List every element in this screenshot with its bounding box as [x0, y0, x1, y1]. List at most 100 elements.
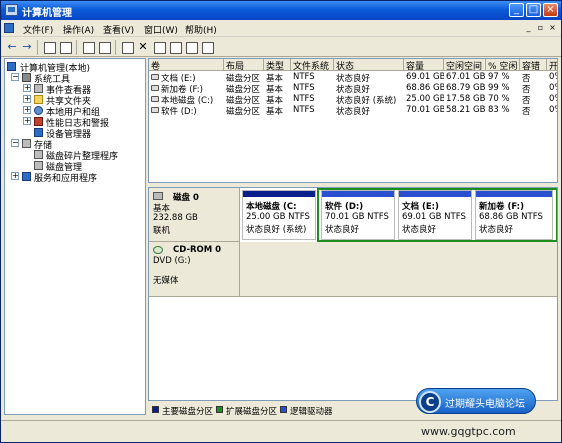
delete-icon[interactable]: ✕	[136, 40, 150, 54]
shared-folder-icon	[34, 95, 43, 104]
mdi-minimize-button[interactable]: _	[524, 23, 533, 32]
copy-icon[interactable]	[200, 40, 214, 54]
column-header-fault-tolerance[interactable]: 容错	[520, 59, 547, 71]
legend-swatch-primary	[152, 406, 159, 413]
volume-name-cell: 软件 (D:)	[149, 105, 224, 116]
disk-0-status: 联机	[153, 226, 171, 236]
overhead-cell: 0%	[549, 72, 557, 82]
percent-free-cell: 99 %	[488, 83, 510, 93]
menu-view[interactable]: 查看(V)	[103, 23, 134, 36]
expand-icon[interactable]: +	[11, 172, 19, 180]
menu-file[interactable]: 文件(F)	[23, 23, 53, 36]
storage-icon	[22, 139, 31, 148]
fault-tolerance-cell: 否	[522, 74, 531, 83]
watermark-logo-icon: C	[419, 391, 441, 413]
column-header-status[interactable]: 状态	[334, 59, 404, 71]
minimize-button[interactable]: _	[509, 3, 524, 17]
layout-cell: 磁盘分区	[226, 107, 261, 116]
partition-d[interactable]: 软件 (D:) 70.01 GB NTFS 状态良好	[321, 190, 395, 240]
status-cell: 状态良好	[336, 74, 371, 83]
column-header-layout[interactable]: 布局	[224, 59, 264, 71]
partition-d-name: 软件 (D:)	[325, 202, 364, 212]
partition-e[interactable]: 文档 (E:) 69.01 GB NTFS 状态良好	[398, 190, 472, 240]
column-header-overhead[interactable]: 开	[547, 59, 557, 71]
percent-free-cell: 97 %	[488, 72, 510, 82]
partition-f-status: 状态良好	[479, 225, 514, 235]
computer-management-window: 计算机管理 _ □ × 文件(F) 操作(A) 查看(V) 窗口(W) 帮助(H…	[0, 0, 562, 443]
maximize-button[interactable]: □	[526, 3, 541, 17]
expand-icon[interactable]: +	[23, 95, 31, 103]
column-header-capacity[interactable]: 容量	[404, 59, 444, 71]
volume-name-cell: 新加卷 (F:)	[149, 83, 224, 94]
volume-icon	[151, 107, 159, 113]
menu-action[interactable]: 操作(A)	[63, 23, 94, 36]
help-icon[interactable]	[97, 40, 111, 54]
expand-icon[interactable]: +	[23, 117, 31, 125]
volume-list: 卷 布局 类型 文件系统 状态 容量 空闲空间 % 空闲 容错 开 文档 (E:…	[148, 58, 558, 183]
menu-help[interactable]: 帮助(H)	[185, 23, 217, 36]
toolbar: ← → ✕	[1, 38, 561, 57]
expand-icon[interactable]: +	[23, 106, 31, 114]
partition-e-size: 69.01 GB NTFS	[402, 212, 466, 222]
back-icon[interactable]: ←	[5, 40, 19, 54]
disk-0-info[interactable]: 磁盘 0 基本 232.88 GB 联机	[149, 188, 240, 242]
filesystem-cell: NTFS	[293, 83, 315, 93]
type-cell: 基本	[266, 85, 284, 94]
window-title: 计算机管理	[22, 8, 72, 19]
column-header-filesystem[interactable]: 文件系统	[291, 59, 334, 71]
open-icon[interactable]	[168, 40, 182, 54]
collapse-icon[interactable]: −	[11, 73, 19, 81]
partition-c[interactable]: 本地磁盘 (C: 25.00 GB NTFS 状态良好 (系统)	[242, 190, 316, 240]
layout-cell: 磁盘分区	[226, 96, 261, 105]
properties-icon[interactable]	[81, 40, 95, 54]
column-header-free-space[interactable]: 空闲空间	[444, 59, 486, 71]
up-folder-icon[interactable]	[42, 40, 56, 54]
volume-icon	[151, 85, 159, 91]
free-space-cell: 17.58 GB	[446, 94, 486, 104]
export-icon[interactable]	[120, 40, 134, 54]
type-cell: 基本	[266, 107, 284, 116]
console-tree: 计算机管理(本地) − 系统工具 + 事件查看器 + 共享文件夹 + 本地用户和…	[4, 58, 146, 415]
column-header-type[interactable]: 类型	[264, 59, 291, 71]
mdi-close-button[interactable]: ×	[548, 23, 557, 32]
partition-f[interactable]: 新加卷 (F:) 68.86 GB NTFS 状态良好	[475, 190, 553, 240]
free-space-cell: 67.01 GB	[446, 72, 486, 82]
new-folder-icon[interactable]	[184, 40, 198, 54]
legend-label-primary: 主要磁盘分区	[162, 407, 214, 417]
type-cell: 基本	[266, 74, 284, 83]
watermark-url: www.gqgtpc.com	[421, 425, 516, 438]
mdi-restore-button[interactable]: ▫	[536, 23, 545, 32]
title-bar[interactable]: 计算机管理 _ □ ×	[1, 1, 561, 20]
column-header-volume[interactable]: 卷	[149, 59, 224, 71]
partition-c-name: 本地磁盘 (C:	[246, 202, 297, 212]
column-header-percent-free[interactable]: % 空闲	[486, 59, 520, 71]
cdrom-0-volume-area[interactable]	[240, 242, 557, 297]
expand-icon[interactable]: +	[23, 84, 31, 92]
forward-icon[interactable]: →	[20, 40, 34, 54]
capacity-cell: 70.01 GB	[406, 105, 444, 115]
status-cell: 状态良好	[336, 85, 371, 94]
cdrom-0-info[interactable]: CD-ROM 0 DVD (G:) 无媒体	[149, 242, 240, 297]
layout-cell: 磁盘分区	[226, 74, 261, 83]
performance-icon	[34, 117, 43, 126]
capacity-cell: 68.86 GB	[406, 83, 444, 93]
capacity-cell: 25.00 GB	[406, 94, 444, 104]
event-viewer-icon	[34, 84, 43, 93]
partition-e-status: 状态良好	[402, 225, 437, 235]
fault-tolerance-cell: 否	[522, 107, 531, 116]
layout-cell: 磁盘分区	[226, 85, 261, 94]
cut-icon[interactable]	[152, 40, 166, 54]
collapse-icon[interactable]: −	[11, 139, 19, 147]
app-menu-icon[interactable]	[4, 23, 14, 33]
filesystem-cell: NTFS	[293, 94, 315, 104]
users-icon	[34, 106, 43, 115]
disk-management-icon	[34, 161, 43, 170]
show-hide-tree-icon[interactable]	[58, 40, 72, 54]
partition-d-status: 状态良好	[325, 225, 360, 235]
legend-swatch-extended	[216, 406, 223, 413]
partition-f-name: 新加卷 (F:)	[479, 202, 524, 212]
capacity-cell: 69.01 GB	[406, 72, 444, 82]
menu-window[interactable]: 窗口(W)	[144, 23, 178, 36]
partition-c-size: 25.00 GB NTFS	[246, 212, 310, 222]
close-button[interactable]: ×	[543, 3, 558, 17]
